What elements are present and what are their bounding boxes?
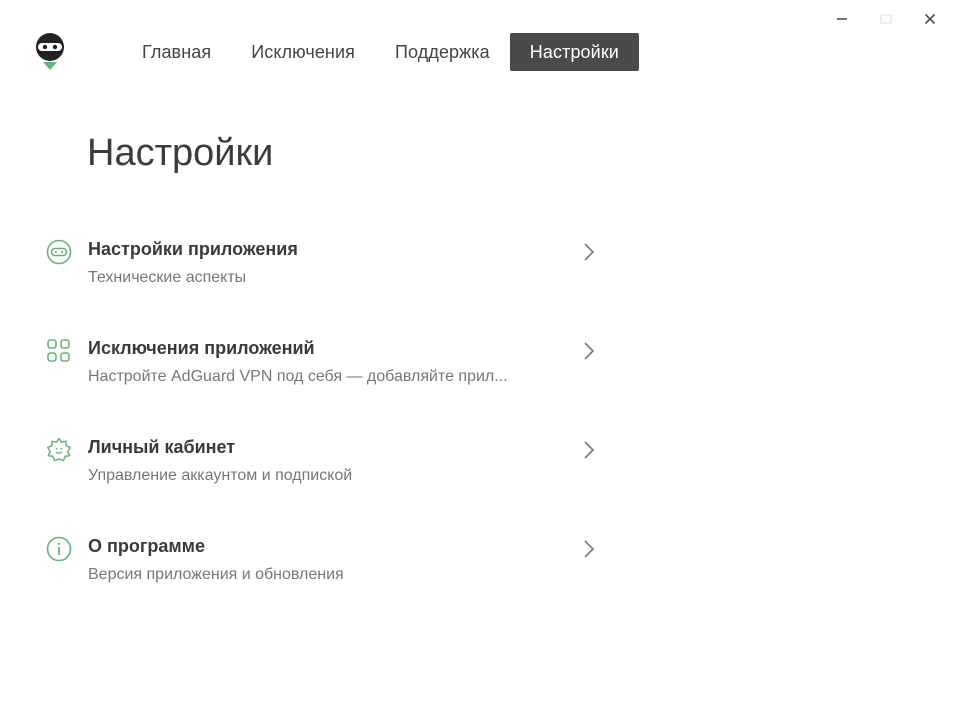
settings-item-about[interactable]: О программе Версия приложения и обновлен… [44, 529, 604, 628]
adguard-logo [34, 32, 66, 72]
chevron-right-icon [582, 439, 596, 461]
nav-support[interactable]: Поддержка [375, 33, 510, 71]
settings-item-subtitle: Настройте AdGuard VPN под себя — добавля… [88, 368, 508, 385]
settings-item-title: Настройки приложения [88, 239, 298, 259]
settings-item-app-exclusions[interactable]: Исключения приложений Настройте AdGuard … [44, 331, 604, 430]
settings-item-title: Личный кабинет [88, 437, 236, 457]
account-badge-icon [46, 437, 72, 463]
ninja-logo-icon [36, 33, 64, 70]
app-grid-icon [46, 338, 72, 364]
page-title: Настройки [87, 132, 274, 174]
close-icon [924, 13, 936, 25]
nav-settings[interactable]: Настройки [509, 33, 639, 71]
maximize-button[interactable] [864, 8, 908, 30]
close-button[interactable] [908, 8, 952, 30]
maximize-icon [880, 14, 892, 24]
chevron-right-icon [582, 340, 596, 362]
settings-item-subtitle: Технические аспекты [88, 269, 247, 286]
nav-home[interactable]: Главная [122, 33, 231, 71]
app-settings-icon [46, 239, 72, 265]
settings-item-title: Исключения приложений [88, 338, 315, 358]
nav-exclusions[interactable]: Исключения [231, 33, 375, 71]
settings-item-account[interactable]: Личный кабинет Управление аккаунтом и по… [44, 430, 604, 529]
window-controls [820, 8, 952, 30]
info-icon [46, 536, 72, 562]
settings-list: Настройки приложения Технические аспекты… [44, 232, 604, 628]
app-window: Главная Исключения Поддержка Настройки Н… [0, 0, 960, 721]
settings-item-subtitle: Управление аккаунтом и подпиской [88, 467, 353, 484]
chevron-right-icon [582, 241, 596, 263]
settings-item-title: О программе [88, 536, 206, 556]
minimize-button[interactable] [820, 8, 864, 30]
settings-item-subtitle: Версия приложения и обновления [88, 566, 344, 583]
minimize-icon [837, 18, 847, 20]
main-nav: Главная Исключения Поддержка Настройки [122, 33, 639, 71]
chevron-right-icon [582, 538, 596, 560]
settings-item-app-settings[interactable]: Настройки приложения Технические аспекты [44, 232, 604, 331]
